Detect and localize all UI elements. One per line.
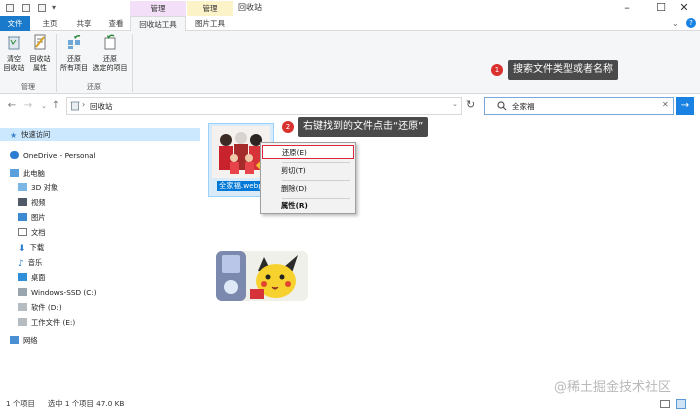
window-title: 回收站 [238,3,262,12]
search-icon [497,101,507,111]
nav-item-this-pc[interactable]: 此电脑 [10,167,45,180]
recycle-bin-small-icon [70,101,80,111]
drive-icon [18,303,27,311]
step-badge-1: 1 [491,64,503,76]
ribbon-group-separator [132,34,133,92]
contextual-tab-manage-recycle[interactable]: 管理 [130,1,186,16]
nav-item-music[interactable]: ♪ 音乐 [18,256,42,269]
star-icon: ★ [10,131,18,140]
desktop-icon [18,273,27,281]
nav-item-network[interactable]: 网络 [10,334,38,347]
network-icon [10,336,19,344]
quick-access-toolbar-dropdown-icon[interactable]: ▾ [52,3,56,12]
nav-item-onedrive[interactable]: OneDrive - Personal [10,149,96,162]
pikachu-image-thumbnail[interactable] [216,251,308,301]
recycle-bin-properties-label: 回收站 属性 [29,55,51,72]
cloud-icon [10,151,19,159]
status-selection: 选中 1 个项目 47.0 KB [48,399,125,408]
restore-all-label: 还原 所有项目 [60,55,88,72]
restore-selected-button[interactable]: 还原 选定的项目 [90,34,130,73]
empty-recycle-bin-button[interactable]: 清空 回收站 [3,34,25,73]
callout-step-2: 右键找到的文件点击“还原” [298,117,429,137]
recycle-bin-properties-button[interactable]: 回收站 属性 [28,34,52,73]
menu-item-properties[interactable]: 属性(R) [262,199,354,213]
nav-item-quick-access[interactable]: ★ 快速访问 [0,128,200,141]
restore-all-button[interactable]: 还原 所有项目 [58,34,90,73]
empty-recycle-bin-label: 清空 回收站 [3,55,25,72]
large-icons-view-icon[interactable] [676,399,686,409]
empty-recycle-bin-icon [8,36,20,50]
recent-locations-chevron-icon[interactable]: ⌄ [38,99,50,113]
nav-item-desktop[interactable]: 桌面 [18,271,46,284]
music-note-icon: ♪ [18,259,24,269]
status-item-count: 1 个项目 [6,399,35,408]
address-path: 回收站 [90,102,113,111]
download-arrow-icon: ⬇ [18,244,26,254]
tab-recycle-bin-tools[interactable]: 回收站工具 [130,16,186,31]
tab-file[interactable]: 文件 [0,16,30,31]
nav-item-drive-c[interactable]: Windows-SSD (C:) [18,286,97,299]
forward-arrow-icon[interactable]: → [22,99,34,113]
folder-icon[interactable] [38,4,46,12]
restore-selected-label: 还原 选定的项目 [92,55,128,72]
pictures-icon [18,213,27,221]
title-bar [0,0,700,16]
search-input[interactable]: 全家福 [512,101,535,112]
back-arrow-icon[interactable]: ← [6,99,18,113]
contextual-tab-manage-picture[interactable]: 管理 [187,1,233,16]
checkbox-icon[interactable] [22,4,30,12]
address-dropdown-icon[interactable]: ⌄ [452,100,458,108]
tab-share[interactable]: 共享 [70,16,98,31]
file-name-label[interactable]: 全家福.webp [217,181,265,191]
tab-view[interactable]: 查看 [102,16,130,31]
nav-item-3d-objects[interactable]: 3D 对象 [18,181,58,194]
restore-all-icon [68,35,81,49]
clear-search-icon[interactable]: ✕ [662,100,669,109]
menu-separator [282,162,350,163]
tab-home[interactable]: 主页 [36,16,64,31]
details-view-icon[interactable] [660,400,670,408]
help-icon[interactable]: ? [686,18,696,28]
watermark-text: @稀土掘金技术社区 [554,380,672,395]
nav-item-drive-e[interactable]: 工作文件 (E:) [18,316,75,329]
address-bar[interactable] [66,97,462,115]
menu-item-restore[interactable]: 还原(E) [262,145,354,159]
nav-item-drive-d[interactable]: 软件 (D:) [18,301,62,314]
menu-item-cut[interactable]: 剪切(T) [262,164,354,178]
ribbon-collapse-icon[interactable]: ⌄ [672,19,679,28]
drive-icon [18,318,27,326]
group-label-manage: 管理 [21,83,35,91]
nav-item-pictures[interactable]: 图片 [18,211,46,224]
computer-icon [10,169,19,177]
windows-drive-icon [18,288,27,296]
up-arrow-icon[interactable]: ↑ [50,99,62,113]
menu-separator [282,180,350,181]
nav-item-downloads[interactable]: ⬇ 下载 [18,241,44,254]
breadcrumb-separator-icon[interactable]: › [82,100,85,109]
document-icon [18,228,27,236]
callout-step-1: 搜索文件类型或者名称 [508,60,618,80]
step-badge-2: 2 [282,121,294,133]
nav-item-documents[interactable]: 文档 [18,226,46,239]
group-label-restore: 还原 [87,83,101,91]
search-go-arrow-icon[interactable]: → [676,97,694,115]
explorer-app-icon[interactable] [6,4,14,12]
cube-icon [18,183,27,191]
restore-selected-icon [104,34,116,50]
tab-picture-tools[interactable]: 图片工具 [187,16,233,31]
close-icon[interactable]: ✕ [668,0,700,16]
menu-item-delete[interactable]: 删除(D) [262,182,354,196]
video-icon [18,198,27,206]
refresh-icon[interactable]: ↻ [466,98,475,111]
nav-item-video[interactable]: 视频 [18,196,46,209]
properties-icon [34,34,46,50]
minimize-icon[interactable]: – [610,0,644,16]
